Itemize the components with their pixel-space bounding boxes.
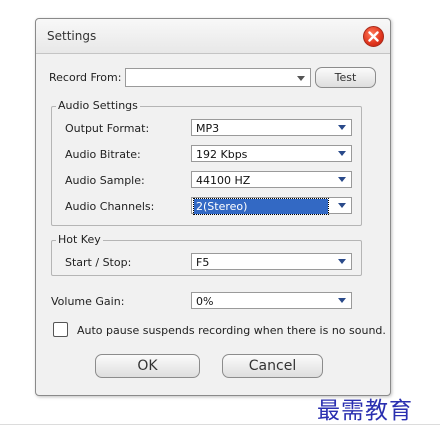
audio-sample-value: 44100 HZ bbox=[196, 174, 251, 187]
audio-sample-label: Audio Sample: bbox=[65, 174, 145, 187]
chevron-down-icon bbox=[297, 76, 305, 81]
start-stop-label: Start / Stop: bbox=[65, 256, 132, 269]
volume-gain-label: Volume Gain: bbox=[51, 295, 125, 308]
chevron-down-icon bbox=[338, 151, 346, 156]
audio-bitrate-select[interactable]: 192 Kbps bbox=[191, 145, 352, 162]
audio-channels-value: 2(Stereo) bbox=[193, 198, 329, 215]
start-stop-value: F5 bbox=[196, 256, 210, 269]
volume-gain-select[interactable]: 0% bbox=[191, 292, 352, 309]
chevron-down-icon bbox=[338, 203, 346, 208]
audio-bitrate-label: Audio Bitrate: bbox=[65, 148, 141, 161]
audio-settings-label: Audio Settings bbox=[56, 99, 140, 112]
output-format-select[interactable]: MP3 bbox=[191, 119, 352, 136]
chevron-down-icon bbox=[338, 298, 346, 303]
watermark-text: 最需教育 bbox=[317, 398, 413, 424]
auto-pause-label: Auto pause suspends recording when there… bbox=[77, 324, 386, 337]
title-bar: Settings bbox=[36, 19, 390, 54]
close-button[interactable] bbox=[363, 26, 384, 47]
cancel-button[interactable]: Cancel bbox=[222, 354, 323, 378]
ok-button[interactable]: OK bbox=[95, 354, 200, 378]
volume-gain-value: 0% bbox=[196, 295, 214, 308]
start-stop-select[interactable]: F5 bbox=[191, 253, 352, 270]
dialog-title: Settings bbox=[47, 29, 97, 43]
audio-channels-label: Audio Channels: bbox=[65, 200, 155, 213]
chevron-down-icon bbox=[338, 125, 346, 130]
settings-dialog: Settings Record From: Test Audio Setting… bbox=[35, 18, 391, 396]
audio-sample-select[interactable]: 44100 HZ bbox=[191, 171, 352, 188]
record-from-select[interactable] bbox=[125, 68, 311, 87]
chevron-down-icon bbox=[338, 177, 346, 182]
audio-bitrate-value: 192 Kbps bbox=[196, 148, 248, 161]
audio-channels-select[interactable]: 2(Stereo) bbox=[191, 197, 352, 215]
auto-pause-checkbox[interactable] bbox=[53, 322, 68, 337]
output-format-value: MP3 bbox=[196, 122, 220, 135]
output-format-label: Output Format: bbox=[65, 122, 150, 135]
bottom-divider bbox=[0, 424, 440, 425]
test-button[interactable]: Test bbox=[315, 67, 376, 88]
hot-key-label: Hot Key bbox=[56, 233, 103, 246]
record-from-label: Record From: bbox=[49, 71, 122, 84]
close-icon bbox=[368, 31, 379, 42]
chevron-down-icon bbox=[338, 259, 346, 264]
